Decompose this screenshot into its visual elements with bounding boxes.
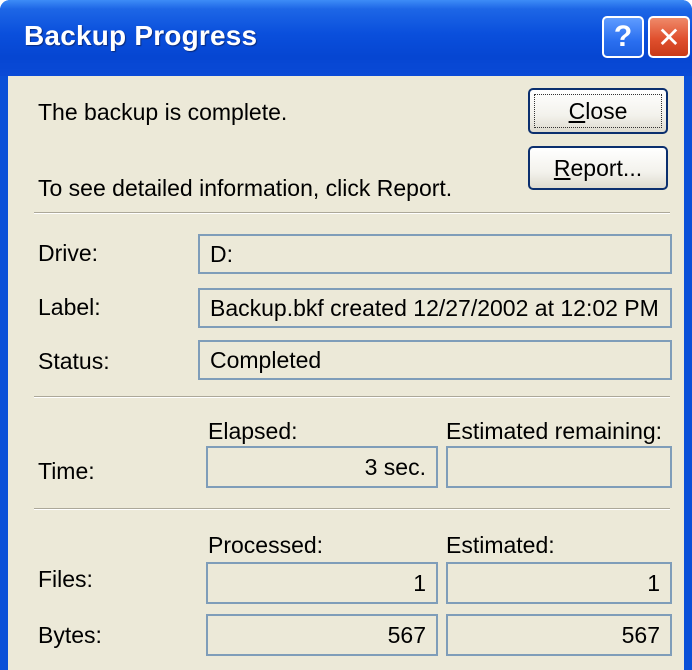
separator (34, 212, 670, 214)
drive-label: Drive: (38, 240, 99, 266)
estimated-remaining-field (446, 446, 672, 488)
dialog-body: The backup is complete. To see detailed … (8, 76, 684, 670)
label-label: Label: (38, 294, 101, 320)
drive-field: D: (198, 234, 672, 274)
bytes-processed-field: 567 (206, 614, 438, 656)
bytes-estimated-field: 567 (446, 614, 672, 656)
bytes-label: Bytes: (38, 622, 102, 648)
files-estimated-field: 1 (446, 562, 672, 604)
report-button[interactable]: Report... (528, 146, 668, 190)
label-field: Backup.bkf created 12/27/2002 at 12:02 P… (198, 288, 672, 328)
backup-progress-window: Backup Progress ? ✕ The backup is comple… (0, 0, 692, 670)
status-label: Status: (38, 348, 110, 374)
files-label: Files: (38, 566, 93, 592)
files-processed-field: 1 (206, 562, 438, 604)
status-field: Completed (198, 340, 672, 380)
report-hint: To see detailed information, click Repor… (38, 175, 453, 201)
title-close-button[interactable]: ✕ (648, 16, 690, 58)
report-button-label: Report... (553, 154, 643, 181)
estimated-header: Estimated: (446, 532, 555, 558)
separator (34, 508, 670, 510)
window-title: Backup Progress (24, 20, 258, 51)
help-icon: ? (613, 20, 633, 53)
elapsed-header: Elapsed: (208, 418, 298, 444)
close-button[interactable]: Close (528, 88, 668, 134)
title-bar[interactable]: Backup Progress ? ✕ (0, 0, 692, 76)
completion-message: The backup is complete. (38, 99, 288, 125)
help-button[interactable]: ? (602, 16, 644, 58)
processed-header: Processed: (208, 532, 324, 558)
close-icon: ✕ (657, 21, 681, 53)
time-label: Time: (38, 458, 95, 484)
separator (34, 396, 670, 398)
elapsed-field: 3 sec. (206, 446, 438, 488)
focus-rectangle (534, 94, 662, 128)
estimated-remaining-header: Estimated remaining: (446, 418, 663, 444)
